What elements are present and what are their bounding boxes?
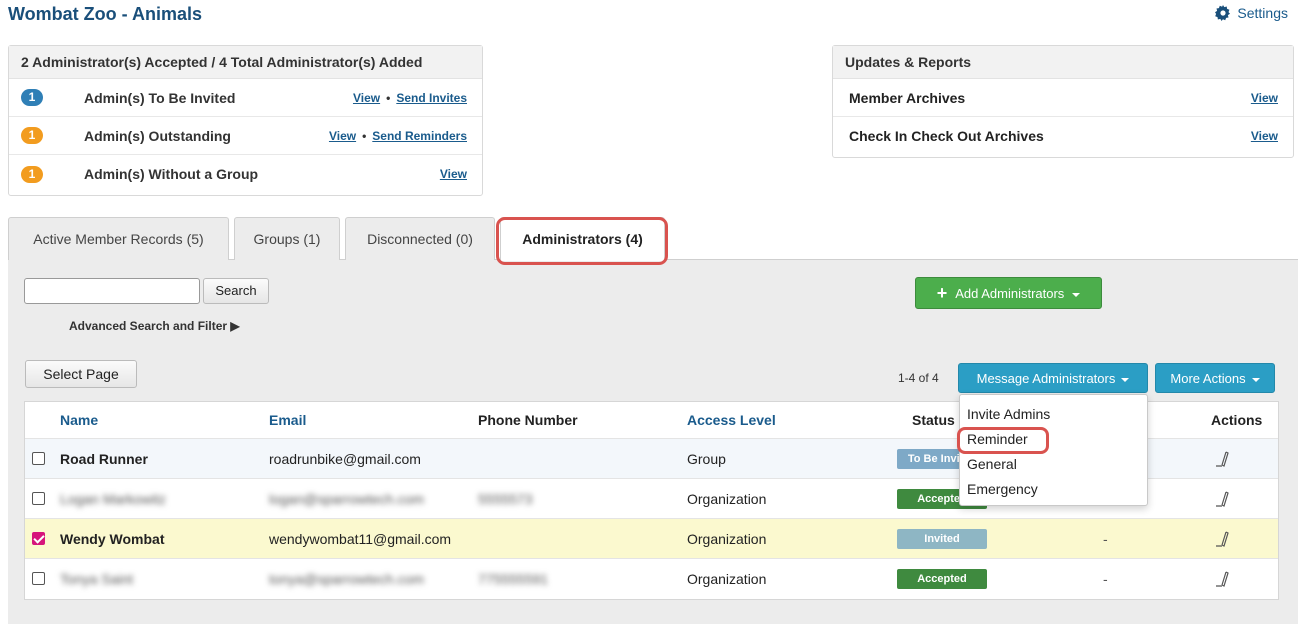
row-checkbox[interactable] bbox=[32, 572, 45, 585]
cell-phone: 775555591 bbox=[478, 571, 549, 587]
cell-email: logan@sparrowtech.com bbox=[269, 491, 425, 507]
row-checkbox[interactable] bbox=[32, 452, 45, 465]
message-administrators-menu: Invite Admins Reminder General Emergency bbox=[959, 394, 1148, 506]
select-page-button[interactable]: Select Page bbox=[25, 360, 137, 388]
more-actions-button[interactable]: More Actions bbox=[1155, 363, 1275, 393]
admin-summary-panel: 2 Administrator(s) Accepted / 4 Total Ad… bbox=[8, 45, 483, 196]
admin-summary-heading: 2 Administrator(s) Accepted / 4 Total Ad… bbox=[9, 46, 482, 79]
send-reminders-link[interactable]: Send Reminders bbox=[372, 129, 467, 143]
reports-panel: Updates & Reports Member Archives View C… bbox=[832, 45, 1294, 158]
count-badge: 1 bbox=[21, 127, 43, 144]
column-header-name[interactable]: Name bbox=[60, 402, 98, 438]
pencil-icon[interactable] bbox=[1215, 491, 1231, 507]
cell-access: Organization bbox=[687, 571, 767, 587]
cell-name: Wendy Wombat bbox=[60, 531, 165, 547]
admin-summary-row-outstanding: 1 Admin(s) Outstanding View • Send Reminde… bbox=[9, 117, 482, 155]
gear-icon bbox=[1215, 5, 1231, 21]
send-invites-link[interactable]: Send Invites bbox=[396, 91, 467, 105]
pager-text: 1-4 of 4 bbox=[898, 371, 939, 385]
message-administrators-button[interactable]: Message Administrators bbox=[958, 363, 1148, 393]
row-checkbox[interactable] bbox=[32, 492, 45, 505]
admin-summary-row-to-be-invited: 1 Admin(s) To Be Invited View • Send Invit… bbox=[9, 79, 482, 117]
tab-disconnected[interactable]: Disconnected (0) bbox=[345, 217, 495, 260]
view-link[interactable]: View bbox=[1251, 91, 1278, 105]
caret-down-icon bbox=[1251, 378, 1260, 382]
settings-label: Settings bbox=[1237, 5, 1288, 21]
reports-row-checkin-archives: Check In Check Out Archives View bbox=[833, 117, 1293, 155]
page-title: Wombat Zoo - Animals bbox=[8, 4, 203, 24]
row-label: Admin(s) Outstanding bbox=[84, 127, 231, 144]
table-row: Wendy Wombat wendywombat11@gmail.com Org… bbox=[25, 518, 1278, 558]
cell-last-activity: - bbox=[1103, 571, 1108, 587]
admin-summary-row-without-group: 1 Admin(s) Without a Group View bbox=[9, 155, 482, 193]
menu-item-invite-admins[interactable]: Invite Admins bbox=[960, 402, 1147, 427]
caret-down-icon bbox=[1121, 378, 1130, 382]
pencil-icon[interactable] bbox=[1215, 451, 1231, 467]
separator: • bbox=[386, 90, 391, 105]
column-header-email[interactable]: Email bbox=[269, 402, 306, 438]
row-checkbox[interactable] bbox=[32, 532, 45, 545]
separator: • bbox=[362, 128, 367, 143]
cell-name: Logan Markowitz bbox=[60, 491, 166, 507]
add-administrators-label: Add Administrators bbox=[955, 285, 1065, 301]
row-label: Check In Check Out Archives bbox=[849, 128, 1044, 144]
menu-item-reminder[interactable]: Reminder bbox=[960, 427, 1147, 452]
row-label: Member Archives bbox=[849, 89, 966, 106]
cell-name: Tonya Saint bbox=[60, 571, 134, 587]
cell-last-activity: - bbox=[1103, 531, 1108, 547]
pencil-icon[interactable] bbox=[1215, 571, 1231, 587]
tab-active-member-records[interactable]: Active Member Records (5) bbox=[8, 217, 229, 260]
cell-access: Group bbox=[687, 451, 726, 467]
add-administrators-button[interactable]: + Add Administrators bbox=[915, 277, 1102, 309]
menu-item-general[interactable]: General bbox=[960, 452, 1147, 477]
tab-administrators[interactable]: Administrators (4) bbox=[500, 217, 665, 261]
cell-email: wendywombat11@gmail.com bbox=[269, 531, 452, 547]
search-button[interactable]: Search bbox=[203, 278, 269, 304]
tab-groups[interactable]: Groups (1) bbox=[234, 217, 340, 260]
table-row: Tonya Saint tonya@sparrowtech.com 775555… bbox=[25, 558, 1278, 598]
row-label: Admin(s) To Be Invited bbox=[84, 89, 236, 106]
status-badge: Accepted bbox=[897, 569, 987, 589]
plus-icon: + bbox=[936, 283, 948, 303]
cell-phone: 5555573 bbox=[478, 491, 533, 507]
menu-item-emergency[interactable]: Emergency bbox=[960, 477, 1147, 502]
cell-name: Road Runner bbox=[60, 451, 148, 467]
caret-down-icon bbox=[1072, 293, 1081, 297]
cell-email: tonya@sparrowtech.com bbox=[269, 571, 425, 587]
cell-access: Organization bbox=[687, 491, 767, 507]
search-input[interactable] bbox=[24, 278, 200, 304]
row-label: Admin(s) Without a Group bbox=[84, 166, 259, 182]
more-actions-label: More Actions bbox=[1170, 370, 1246, 386]
column-header-access[interactable]: Access Level bbox=[687, 402, 776, 438]
view-link[interactable]: View bbox=[440, 167, 467, 181]
column-header-actions: Actions bbox=[1211, 412, 1263, 428]
column-header-phone: Phone Number bbox=[478, 412, 578, 428]
cell-access: Organization bbox=[687, 531, 767, 547]
reports-row-member-archives: Member Archives View bbox=[833, 79, 1293, 117]
pencil-icon[interactable] bbox=[1215, 531, 1231, 547]
view-link[interactable]: View bbox=[329, 129, 356, 143]
count-badge: 1 bbox=[21, 89, 43, 106]
view-link[interactable]: View bbox=[353, 91, 380, 105]
status-badge: Invited bbox=[897, 529, 987, 549]
message-administrators-label: Message Administrators bbox=[976, 370, 1116, 386]
view-link[interactable]: View bbox=[1251, 129, 1278, 143]
count-badge: 1 bbox=[21, 165, 43, 183]
column-header-status: Status bbox=[912, 412, 955, 428]
cell-email: roadrunbike@gmail.com bbox=[269, 451, 421, 467]
advanced-search-toggle[interactable]: Advanced Search and Filter ▶ bbox=[69, 319, 240, 333]
reports-heading: Updates & Reports bbox=[833, 46, 1293, 79]
settings-link[interactable]: Settings bbox=[1215, 5, 1288, 21]
